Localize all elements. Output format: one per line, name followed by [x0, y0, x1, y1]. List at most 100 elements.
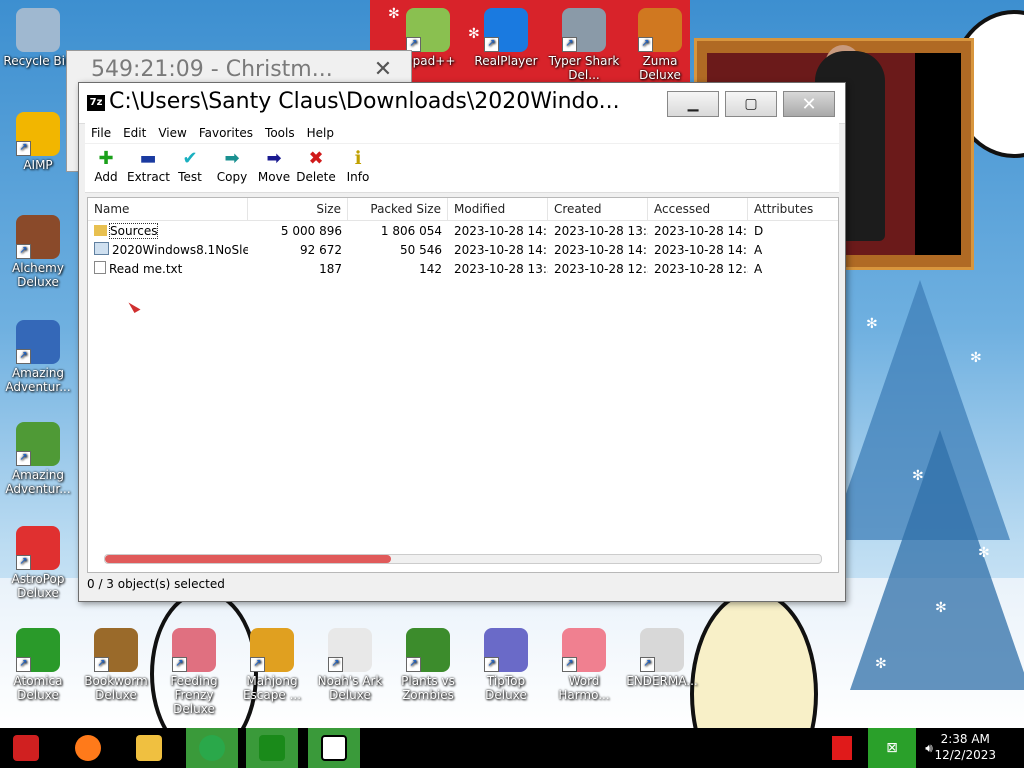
file-name: Read me.txt: [109, 262, 183, 276]
menu-file[interactable]: File: [85, 123, 117, 143]
desktop-icon-tiptop[interactable]: ↗ TipTop Deluxe: [468, 628, 544, 702]
column-header-accessed[interactable]: Accessed: [648, 198, 748, 220]
maximize-icon: ▢: [744, 96, 758, 112]
desktop-icon-enderman[interactable]: ↗ ENDERMA...: [624, 628, 700, 688]
desktop-icon-zuma[interactable]: ↗ Zuma Deluxe: [622, 8, 698, 82]
desktop-icon-label: TipTop Deluxe: [485, 674, 527, 702]
column-header-name[interactable]: Name: [88, 198, 248, 220]
menu-tools[interactable]: Tools: [259, 123, 301, 143]
column-header-size[interactable]: Size: [248, 198, 348, 220]
taskbar-clock[interactable]: 2:38 AM 12/2/2023: [934, 731, 996, 763]
desktop-icon-label: Recycle Bin: [3, 54, 73, 68]
table-row[interactable]: 2020Windows8.1NoSlee... 92 672 50 546 2023-…: [88, 241, 838, 260]
desktop-icon-label: Mahjong Escape ...: [242, 674, 302, 702]
shortcut-arrow-icon: ↗: [328, 657, 343, 672]
shortcut-arrow-icon: ↗: [16, 141, 31, 156]
desktop-icon-typer-shark[interactable]: ↗ Typer Shark Del...: [546, 8, 622, 82]
column-header-row: Name Size Packed Size Modified Created Access…: [88, 198, 838, 221]
desktop-icon-label: AIMP: [23, 158, 53, 172]
taskbar-button-chrome[interactable]: [186, 728, 238, 768]
desktop: ✻ ✻ ✻ ✻ ✻ ✻ ✻ ✻ Recycle Bin ↗ AIMP ↗ Alchemy…: [0, 0, 1024, 728]
menu-edit[interactable]: Edit: [117, 123, 152, 143]
realplayer-icon: ↗: [484, 8, 528, 52]
zuma-icon: ↗: [638, 8, 682, 52]
desktop-icon-atomica[interactable]: ↗ Atomica Deluxe: [0, 628, 76, 702]
extract-button[interactable]: ▬ Extract: [127, 144, 170, 192]
maximize-button[interactable]: ▢: [725, 91, 777, 117]
desktop-icon-mahjong[interactable]: ↗ Mahjong Escape ...: [234, 628, 310, 702]
test-icon: ✔: [182, 148, 198, 169]
text-file-icon: [94, 261, 106, 274]
menu-help[interactable]: Help: [301, 123, 340, 143]
column-header-created[interactable]: Created: [548, 198, 648, 220]
bookworm-icon: ↗: [94, 628, 138, 672]
taskbar-button-firefox[interactable]: [68, 728, 108, 768]
7zip-file-manager-window[interactable]: 7z C:\Users\Santy Claus\Downloads\2020Wi…: [78, 82, 846, 602]
taskbar-button-7zip[interactable]: [308, 728, 360, 768]
desktop-icon-plants-vs-zombies[interactable]: ↗ Plants vs Zombies: [390, 628, 466, 702]
table-row[interactable]: Read me.txt 187 142 2023-10-28 13:58 2023-10…: [88, 260, 838, 279]
file-name-cell: 2020Windows8.1NoSlee...: [88, 241, 248, 260]
desktop-icon-bookworm[interactable]: ↗ Bookworm Deluxe: [78, 628, 154, 702]
horizontal-scrollbar[interactable]: [104, 554, 822, 564]
delete-button[interactable]: ✖ Delete: [295, 144, 337, 192]
scrollbar-thumb[interactable]: [105, 555, 391, 563]
delete-icon: ✖: [308, 148, 324, 169]
desktop-icon-alchemy[interactable]: ↗ Alchemy Deluxe: [0, 215, 76, 289]
close-icon: ✕: [801, 93, 817, 115]
table-row[interactable]: Sources 5 000 896 1 806 054 2023-10-28 14:1…: [88, 222, 838, 241]
shortcut-arrow-icon: ↗: [406, 657, 421, 672]
cell-accessed: 2023-10-28 14:18: [654, 224, 748, 238]
tray-network-icon[interactable]: ⊠: [868, 728, 916, 768]
desktop-icon-label: ENDERMA...: [626, 674, 698, 688]
tray-red-icon[interactable]: [830, 728, 854, 768]
atomica-icon: ↗: [16, 628, 60, 672]
desktop-icon-label: Atomica Deluxe: [13, 674, 63, 702]
alchemy-icon: ↗: [16, 215, 60, 259]
test-button[interactable]: ✔ Test: [169, 144, 211, 192]
typer-shark-icon: ↗: [562, 8, 606, 52]
menu-bar: File Edit View Favorites Tools Help: [85, 123, 839, 143]
taskbar-button-christmas-tree[interactable]: [246, 728, 298, 768]
column-header-packed-size[interactable]: Packed Size: [348, 198, 448, 220]
close-button[interactable]: ✕: [783, 91, 835, 117]
cell-size: 92 672: [300, 243, 342, 257]
cell-modified: 2023-10-28 13:58: [454, 262, 548, 276]
file-list[interactable]: Name Size Packed Size Modified Created Access…: [87, 197, 839, 573]
desktop-icon-aimp[interactable]: ↗ AIMP: [0, 112, 76, 172]
minimize-button[interactable]: ▁: [667, 91, 719, 117]
background-tree-2: [850, 430, 1024, 690]
desktop-icon-realplayer[interactable]: ↗ RealPlayer: [468, 8, 544, 68]
toolbar: ✚ Add ▬ Extract ✔ Test ➡ Copy ➡ Move ✖ Delete ℹ Info: [85, 144, 839, 193]
window-titlebar[interactable]: 7z C:\Users\Santy Claus\Downloads\2020Wi…: [79, 83, 845, 124]
desktop-icon-astropop[interactable]: ↗ AstroPop Deluxe: [0, 526, 76, 600]
taskbar: ⊠ 🔊︎ 2:38 AM 12/2/2023: [0, 728, 1024, 768]
toolbar-label: Extract: [127, 170, 170, 184]
desktop-icon-amazing-adventures-2[interactable]: ↗ Amazing Adventur...: [0, 422, 76, 496]
desktop-icon-noahs-ark[interactable]: ↗ Noah's Ark Deluxe: [312, 628, 388, 702]
shortcut-arrow-icon: ↗: [250, 657, 265, 672]
taskbar-button-file-explorer[interactable]: [130, 728, 168, 768]
column-header-attributes[interactable]: Attributes: [748, 198, 838, 220]
desktop-icon-recycle-bin[interactable]: Recycle Bin: [0, 8, 76, 68]
move-button[interactable]: ➡ Move: [253, 144, 295, 192]
add-button[interactable]: ✚ Add: [85, 144, 127, 192]
recycle-bin-icon: [16, 8, 60, 52]
toolbar-label: Test: [178, 170, 202, 184]
menu-favorites[interactable]: Favorites: [193, 123, 259, 143]
desktop-icon-word-harmony[interactable]: ↗ Word Harmo...: [546, 628, 622, 702]
mahjong-icon: ↗: [250, 628, 294, 672]
column-header-modified[interactable]: Modified: [448, 198, 548, 220]
close-icon[interactable]: ✕: [363, 57, 403, 83]
copy-button[interactable]: ➡ Copy: [211, 144, 253, 192]
shortcut-arrow-icon: ↗: [562, 657, 577, 672]
desktop-icon-amazing-adventures[interactable]: ↗ Amazing Adventur...: [0, 320, 76, 394]
taskbar-button-santa-start[interactable]: [0, 728, 52, 768]
7zip-app-icon: 7z: [87, 95, 105, 111]
desktop-icon-label: AstroPop Deluxe: [11, 572, 65, 600]
info-button[interactable]: ℹ Info: [337, 144, 379, 192]
move-icon: ➡: [266, 148, 282, 169]
toolbar-label: Move: [257, 170, 291, 184]
menu-view[interactable]: View: [152, 123, 192, 143]
desktop-icon-feeding-frenzy[interactable]: ↗ Feeding Frenzy Deluxe: [156, 628, 232, 716]
